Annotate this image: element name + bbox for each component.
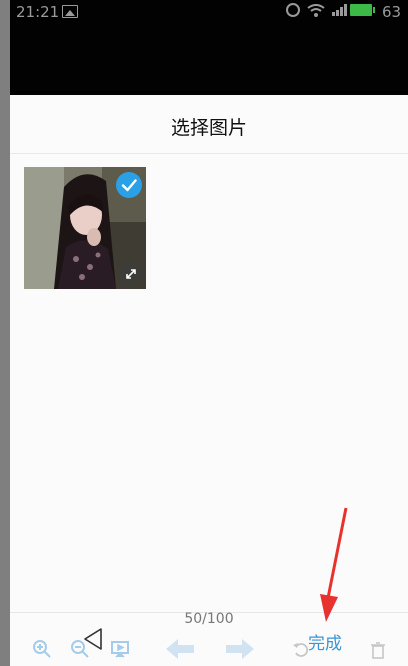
- slideshow-icon: [111, 641, 129, 658]
- wifi-icon: [307, 4, 325, 17]
- zoom-in-icon: [33, 640, 51, 658]
- checkmark-icon[interactable]: [116, 172, 142, 198]
- battery-icon: [350, 4, 375, 16]
- footer-bar: 50/100 完成: [10, 611, 408, 666]
- page-title: 选择图片: [170, 117, 247, 139]
- photo-thumbnail[interactable]: [24, 167, 146, 289]
- arrow-left-icon: [166, 639, 194, 659]
- gallery-icon: [62, 5, 78, 18]
- signal-icon: [332, 4, 347, 16]
- trash-icon: [371, 642, 385, 659]
- back-triangle-icon[interactable]: [82, 627, 104, 651]
- status-bar: 21:21 63: [10, 0, 408, 95]
- expand-icon[interactable]: [120, 263, 142, 285]
- selection-counter: 50/100: [184, 611, 234, 627]
- done-button[interactable]: 完成: [308, 629, 342, 654]
- picker-screen: 21:21 63 选择图片 50/100 完成: [10, 0, 408, 666]
- header: 选择图片: [10, 95, 408, 154]
- arrow-right-icon: [226, 639, 254, 659]
- alarm-icon: [286, 3, 300, 17]
- battery-percent: 63: [382, 3, 402, 21]
- status-time: 21:21: [16, 3, 60, 21]
